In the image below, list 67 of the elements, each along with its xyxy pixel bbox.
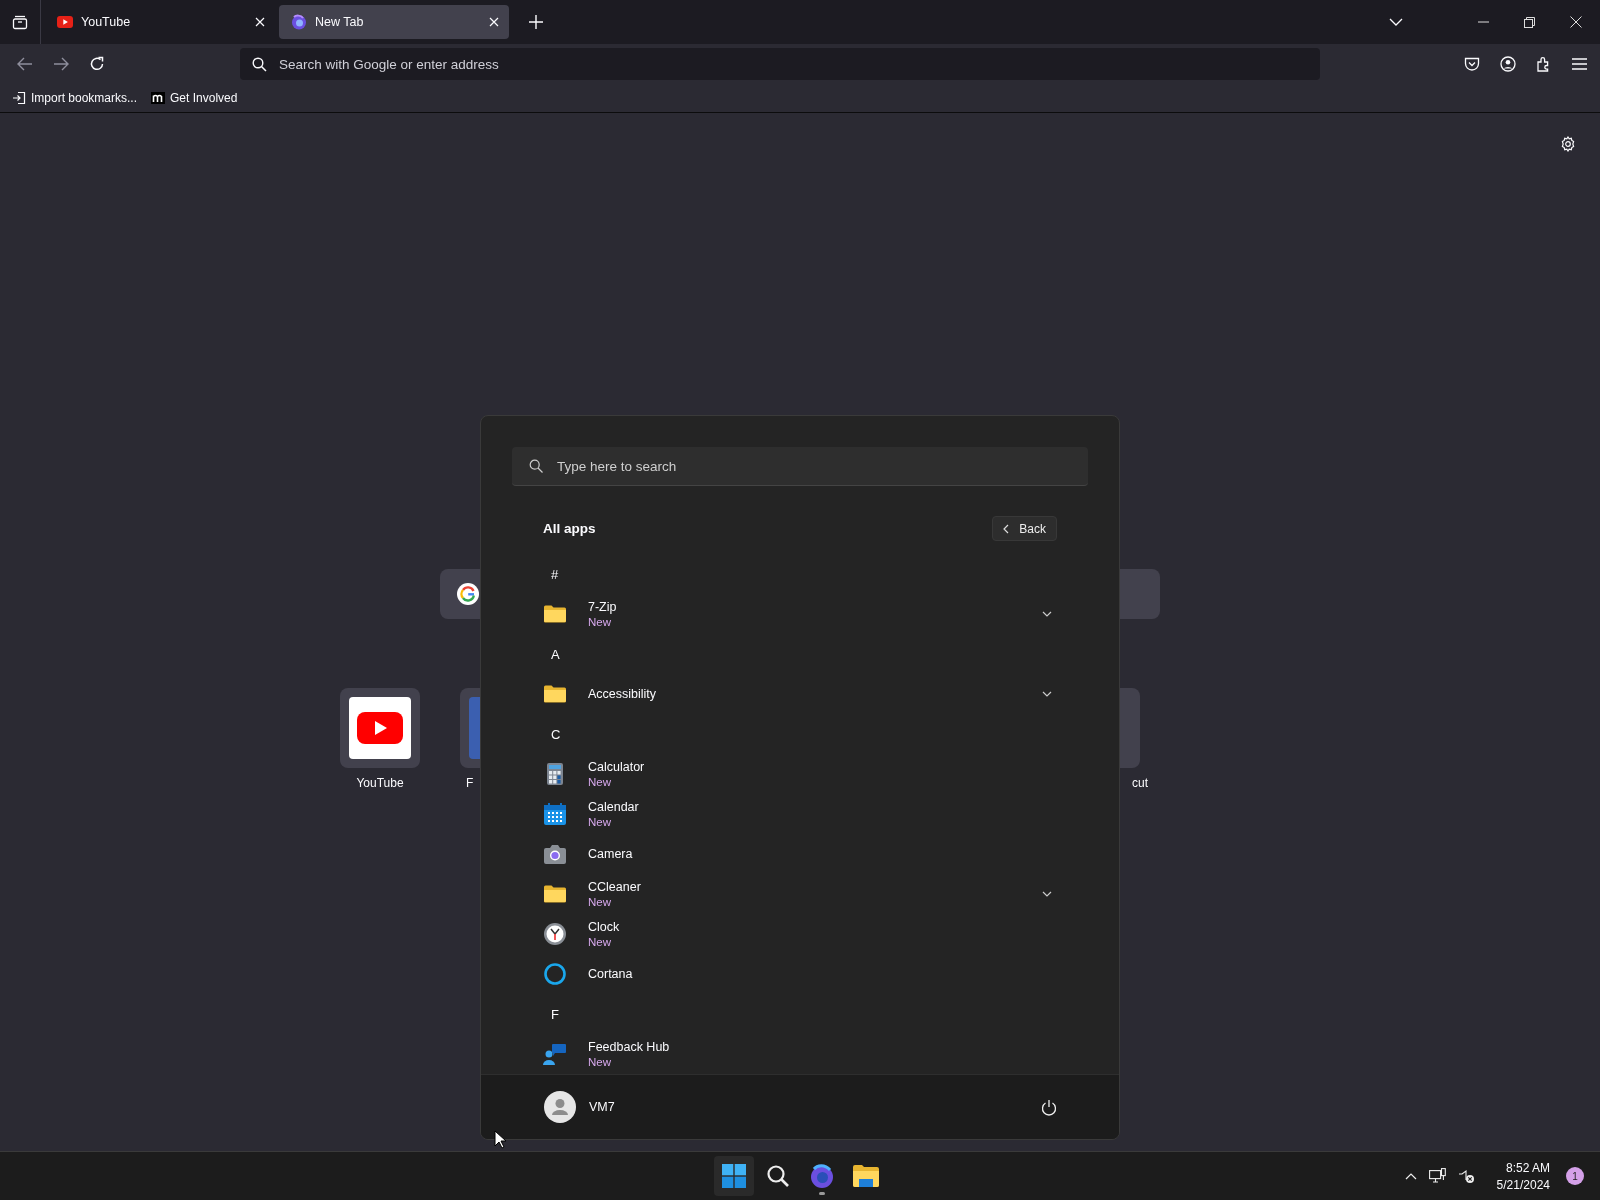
globe-swirl-icon xyxy=(291,14,307,30)
four-squares-icon xyxy=(722,1164,746,1188)
chevron-left-icon xyxy=(1003,523,1010,534)
tab-list-icon[interactable] xyxy=(12,14,28,30)
bookmark[interactable]: Import bookmarks... xyxy=(12,91,138,105)
chevron-up-icon[interactable] xyxy=(1404,1172,1417,1180)
new-tab-icon[interactable] xyxy=(529,15,543,29)
play-logo-icon xyxy=(57,16,73,28)
shortcut-label: cut xyxy=(1131,776,1148,790)
address-field[interactable]: Search with Google or enter address xyxy=(240,48,1320,80)
menu-icon[interactable] xyxy=(1572,58,1587,70)
globe-swirl-icon xyxy=(809,1163,835,1189)
search-icon xyxy=(252,56,267,72)
reload-icon[interactable] xyxy=(89,56,105,72)
app-list-item[interactable]: Clock New xyxy=(543,914,1057,955)
app-list-item[interactable]: Calendar New xyxy=(543,794,1057,835)
start-button[interactable] xyxy=(714,1156,754,1196)
m-logo-icon xyxy=(151,92,166,104)
power-icon[interactable] xyxy=(1041,1098,1057,1116)
forward-arrow-icon[interactable] xyxy=(53,57,69,71)
close-icon[interactable] xyxy=(1570,16,1582,28)
import-icon xyxy=(12,91,26,105)
notification-badge[interactable]: 1 xyxy=(1566,1167,1584,1185)
search-icon xyxy=(766,1164,790,1188)
letter-heading[interactable]: A xyxy=(551,646,560,662)
play-logo-icon xyxy=(357,712,403,744)
clock-icon xyxy=(543,922,567,947)
monitor-network-icon[interactable] xyxy=(1428,1168,1446,1184)
letter-heading[interactable]: F xyxy=(551,1006,559,1022)
shortcut-label: YouTube xyxy=(355,776,405,790)
back-arrow-icon[interactable] xyxy=(17,57,33,71)
chevron-down-icon[interactable] xyxy=(1042,891,1052,898)
bookmark[interactable]: Get Involved xyxy=(151,91,238,105)
speaker-muted-icon[interactable] xyxy=(1457,1168,1475,1184)
chevron-down-icon[interactable] xyxy=(1042,691,1052,698)
restore-icon[interactable] xyxy=(1524,16,1535,28)
pocket-icon[interactable] xyxy=(1464,56,1480,72)
shortcut-tile[interactable] xyxy=(340,688,420,768)
search-field[interactable]: Type here to search xyxy=(512,447,1088,487)
back-button[interactable]: Back xyxy=(992,516,1057,542)
browser-tab[interactable]: YouTube xyxy=(45,5,275,39)
clock[interactable]: 8:52 AM 5/21/2024 xyxy=(1496,1160,1550,1192)
shortcut-label: F xyxy=(465,776,475,790)
feedback-person-icon xyxy=(543,1042,567,1067)
settings-icon[interactable] xyxy=(1560,136,1576,152)
app-list-item[interactable]: Calculator New xyxy=(543,754,1057,795)
app-list-item[interactable]: Cortana xyxy=(543,954,1057,995)
camera-icon xyxy=(543,842,567,867)
calendar-icon xyxy=(543,802,567,827)
g-logo-icon xyxy=(456,582,480,606)
letter-heading[interactable]: # xyxy=(551,566,559,582)
mouse-cursor-icon xyxy=(494,1130,506,1149)
app-list-item[interactable]: Accessibility xyxy=(543,674,1057,715)
user-account[interactable]: VM7 xyxy=(544,1091,615,1124)
letter-heading[interactable]: C xyxy=(551,726,561,742)
app-list-item[interactable]: Feedback Hub New xyxy=(543,1034,1057,1075)
section-title: All apps xyxy=(543,521,596,537)
search-icon xyxy=(529,459,543,474)
ring-icon xyxy=(543,962,567,987)
app-list-item[interactable]: 7-Zip New xyxy=(543,594,1057,635)
account-icon[interactable] xyxy=(1500,56,1516,72)
app-list-item[interactable]: CCleaner New xyxy=(543,874,1057,915)
browser-tab[interactable]: New Tab xyxy=(279,5,509,39)
avatar-icon xyxy=(544,1091,576,1124)
chevron-down-icon[interactable] xyxy=(1042,611,1052,618)
folder-icon xyxy=(853,1165,879,1187)
app-list-item[interactable]: Camera xyxy=(543,834,1057,875)
